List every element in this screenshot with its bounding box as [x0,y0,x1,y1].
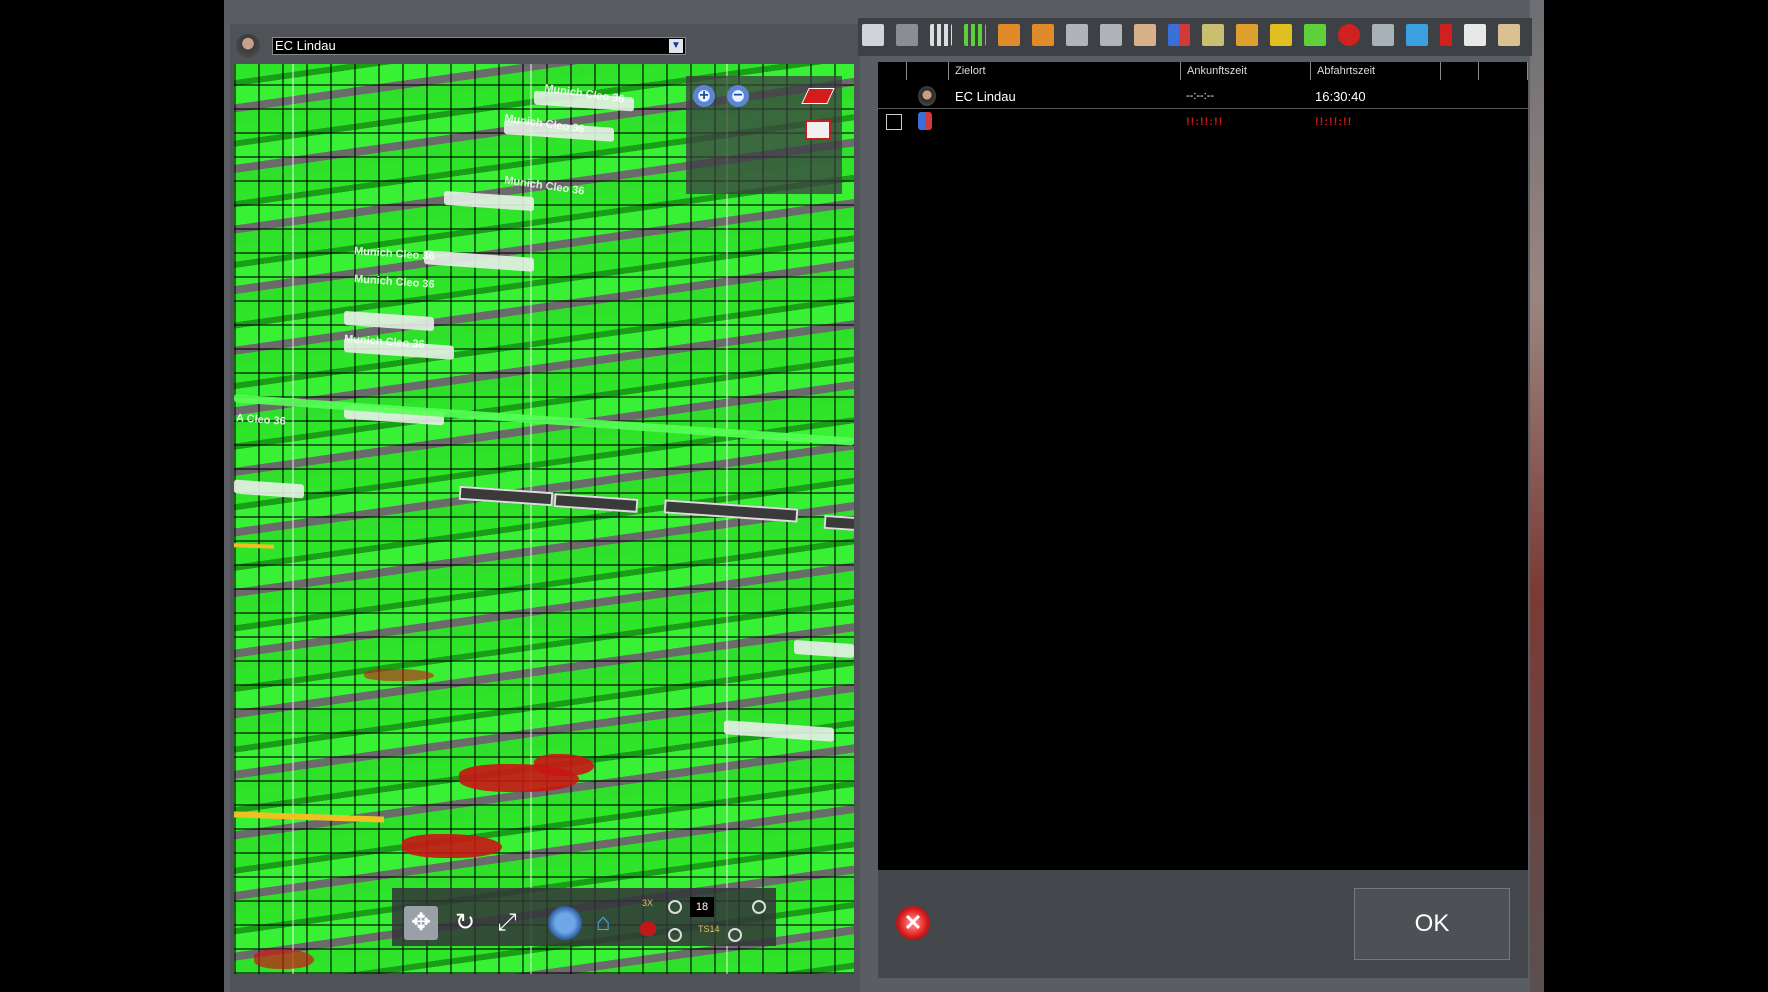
cell-abfahrtszeit: !!:!!:!! [1315,116,1353,128]
map-train-label: Munich Cleo 36 [503,174,586,198]
add-arrow-icon[interactable] [1270,24,1292,46]
flag-icon[interactable] [1440,24,1452,46]
column-header-abfahrtszeit[interactable]: Abfahrtszeit [1310,62,1440,80]
map-train-label: Munich Cleo 36 [353,245,436,263]
grid-icon[interactable] [930,24,952,46]
train-select[interactable]: EC Lindau ▼ [272,37,686,55]
map-red-zone [364,669,434,681]
add-icon[interactable] [1304,24,1326,46]
map-train-label: Munich Cleo 36 [353,273,436,291]
home-icon[interactable]: ⌂ [586,906,620,940]
row-checkbox[interactable] [886,114,902,130]
save-icon[interactable] [862,24,884,46]
map-red-zone [402,834,502,858]
resize-button[interactable]: ⤢ [490,906,524,940]
speed-value: 18 [690,897,714,917]
move-down-icon[interactable] [1032,24,1054,46]
map-platform [823,514,854,532]
train-select-value: EC Lindau [275,38,336,53]
stops-table [878,62,1528,870]
split-icon[interactable] [1066,24,1088,46]
wagon-icon[interactable] [1464,24,1486,46]
column-header[interactable] [1440,62,1478,80]
passenger-icon[interactable] [1168,24,1190,46]
zoom-in-icon[interactable] [693,85,715,107]
car-icon[interactable] [1498,24,1520,46]
map-platform [553,493,639,513]
zoom-out-icon[interactable] [727,85,749,107]
main-toolbar [858,18,1532,56]
passenger-icon [918,112,932,130]
map-track [234,394,854,446]
column-header[interactable] [1478,62,1528,80]
map-track [424,250,534,272]
network-icon[interactable] [1236,24,1258,46]
join-icon[interactable] [1100,24,1122,46]
column-header-ankunftszeit[interactable]: Ankunftszeit [1180,62,1310,80]
route-map[interactable]: Munich Cleo 36 Munich Cleo 36 Munich Cle… [234,64,854,974]
rotate-button[interactable]: ↻ [448,906,482,940]
map-option-radio[interactable] [668,900,682,914]
transfer-icon[interactable] [1406,24,1428,46]
grid-green-icon[interactable] [964,24,986,46]
map-grid-line [726,64,728,974]
map-platform [458,485,554,507]
map-yellow-track [234,811,385,823]
map-option-radio[interactable] [752,900,766,914]
map-option-radio[interactable] [728,928,742,942]
chevron-down-icon[interactable]: ▼ [669,39,683,53]
settings-icon[interactable] [1372,24,1394,46]
map-track [724,720,834,742]
map-track [344,310,434,332]
cell-ankunftszeit: !!:!!:!! [1186,116,1224,128]
map-option-radio[interactable] [668,928,682,942]
scale-label: 3X [642,898,654,908]
map-grid-line [292,64,294,974]
hand-icon[interactable] [1134,24,1156,46]
ok-button[interactable]: OK [1354,888,1510,960]
driver-icon [918,86,936,106]
column-header-zielort[interactable]: Zielort [948,62,1178,80]
map-track [444,190,534,212]
column-header[interactable] [906,62,936,80]
driver-avatar-icon [236,34,260,58]
remove-icon[interactable] [1338,24,1360,46]
edit-region-icon[interactable] [805,120,831,140]
map-red-zone [534,754,594,776]
ts-label: TS14 [698,924,720,934]
cancel-button[interactable]: ✕ [896,906,930,940]
edit-icon[interactable] [1202,24,1224,46]
map-platform [663,499,799,523]
move-up-icon[interactable] [998,24,1020,46]
cell-zielort: EC Lindau [955,89,1016,104]
fit-view-button[interactable]: ✥ [404,906,438,940]
map-track [794,639,854,659]
cell-abfahrtszeit: 16:30:40 [1315,89,1366,104]
map-train-label: A Cleo 36 [235,412,287,428]
globe-icon[interactable] [548,906,582,940]
table-header: Zielort Ankunftszeit Abfahrtszeit [878,62,1528,80]
map-red-zone [254,949,314,969]
row-divider [878,108,1528,109]
background-scene [1530,0,1544,992]
cell-ankunftszeit: --:--:-- [1186,90,1215,102]
map-yellow-track [234,543,275,549]
delete-icon[interactable] [896,24,918,46]
signal-icon[interactable] [640,922,656,936]
